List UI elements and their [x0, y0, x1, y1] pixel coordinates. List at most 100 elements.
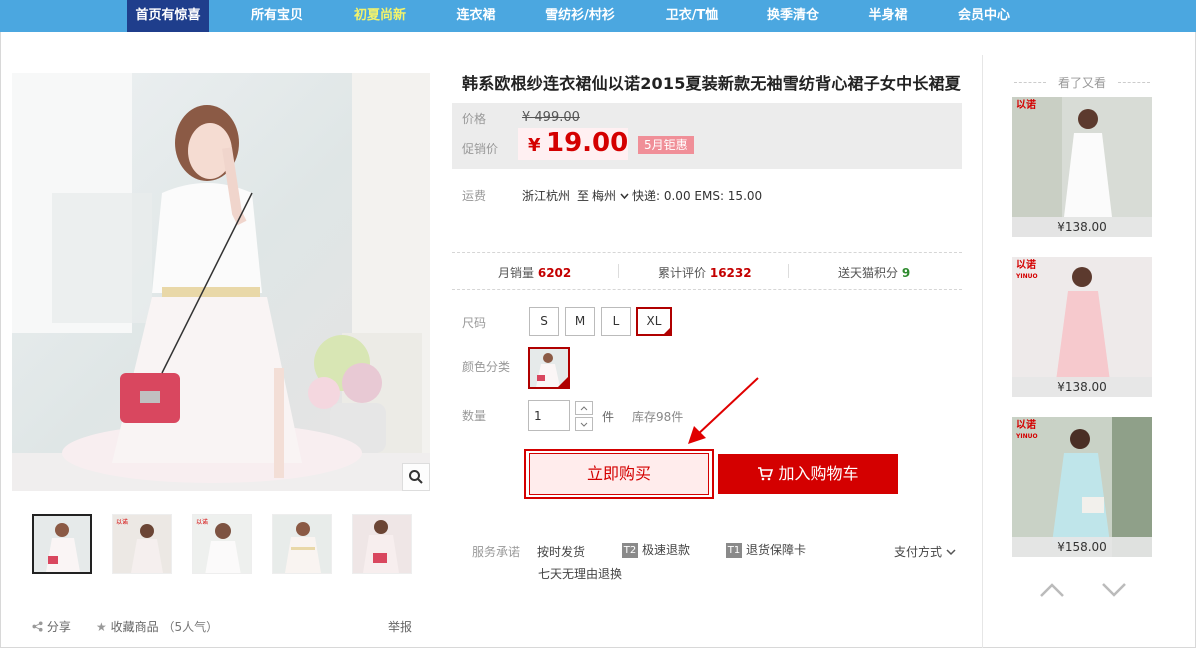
shop-nav: 首页有惊喜 所有宝贝 初夏尚新 连衣裙 雪纺衫/村衫 卫衣/T恤 换季清仓 半身…	[0, 0, 1196, 32]
add-to-cart-button[interactable]: 加入购物车	[718, 454, 898, 494]
payment-methods-label: 支付方式	[894, 545, 943, 559]
recommended-item-1[interactable]: 以诺 ¥138.00	[1012, 97, 1152, 237]
service-return-card[interactable]: T1 退货保障卡	[726, 541, 806, 558]
tmall-points-value: 9	[901, 266, 911, 280]
size-label: 尺码	[462, 316, 487, 330]
nav-item-home[interactable]: 首页有惊喜	[127, 0, 209, 32]
thumbnail-image: 以诺	[193, 515, 251, 573]
share-icon	[32, 621, 43, 632]
original-price: ¥ 499.00	[522, 110, 580, 125]
price-label: 价格	[462, 112, 487, 126]
product-photo	[12, 73, 430, 491]
nav-item-early-summer[interactable]: 初夏尚新	[339, 0, 421, 32]
tmall-points: 送天猫积分 9	[838, 264, 910, 281]
size-option-l[interactable]: L	[601, 307, 631, 336]
t1-badge-icon: T1	[726, 543, 742, 558]
thumbnail-5[interactable]	[352, 514, 412, 574]
quantity-increase-button[interactable]	[575, 401, 593, 415]
size-option-xl[interactable]: XL	[636, 307, 672, 336]
service-return-card-label: 退货保障卡	[746, 543, 807, 557]
t2-badge-icon: T2	[622, 543, 638, 558]
promo-badge: 5月钜惠	[638, 136, 694, 154]
magnifier-icon	[409, 470, 423, 484]
recommended-item-3[interactable]: 以诺 YINUO ¥158.00	[1012, 417, 1152, 557]
service-fast-refund[interactable]: T2 极速退款	[622, 541, 690, 558]
service-label: 服务承诺	[472, 545, 521, 559]
star-icon: ★	[96, 620, 107, 634]
recommended-item-2[interactable]: 以诺 YINUO ¥138.00	[1012, 257, 1152, 397]
quantity-unit: 件	[602, 410, 615, 424]
chevron-up-icon	[580, 405, 588, 410]
quantity-decrease-button[interactable]	[575, 417, 593, 431]
main-product-image[interactable]	[12, 73, 430, 491]
monthly-sales-label: 月销量	[498, 266, 535, 280]
product-title: 韩系欧根纱连衣裙仙以诺2015夏装新款无袖雪纺背心裙子女中长裙夏	[462, 74, 961, 93]
shipping-destination: 梅州	[592, 189, 617, 203]
brand-logo: 以诺	[1016, 101, 1036, 111]
service-fast-refund-label: 极速退款	[642, 543, 691, 557]
nav-item-dresses[interactable]: 连衣裙	[440, 0, 512, 32]
sidebar-divider	[982, 55, 983, 648]
add-to-cart-label: 加入购物车	[778, 464, 859, 483]
review-count-value: 16232	[709, 266, 752, 280]
divider	[452, 289, 962, 290]
color-label: 颜色分类	[462, 360, 511, 374]
recommended-item-price: ¥158.00	[1012, 537, 1152, 557]
svg-text:以诺: 以诺	[196, 518, 208, 526]
stock-count: 库存98件	[632, 410, 684, 424]
brand-logo-text: 以诺	[1016, 420, 1036, 431]
chevron-down-icon	[1102, 583, 1126, 597]
share-label: 分享	[46, 620, 71, 634]
cart-icon	[758, 467, 774, 481]
recommended-item-price: ¥138.00	[1012, 217, 1152, 237]
nav-item-all-products[interactable]: 所有宝贝	[236, 0, 318, 32]
sidebar-title: 看了又看	[1012, 74, 1152, 91]
brand-logo-subtext: YINUO	[1016, 433, 1038, 440]
sidebar-scroll-down-button[interactable]	[1100, 578, 1128, 602]
brand-logo: 以诺 YINUO	[1016, 421, 1038, 442]
buy-now-button[interactable]: 立即购买	[529, 453, 709, 495]
quantity-input[interactable]	[528, 400, 570, 431]
report-link[interactable]: 举报	[388, 618, 412, 635]
thumbnail-image	[34, 516, 90, 572]
monthly-sales-value: 6202	[537, 266, 572, 280]
size-option-s[interactable]: S	[529, 307, 559, 336]
size-option-m[interactable]: M	[565, 307, 595, 336]
annotation-arrow	[688, 377, 759, 444]
nav-item-chiffon-shirts[interactable]: 雪纺衫/村衫	[532, 0, 628, 32]
nav-item-skirts[interactable]: 半身裙	[854, 0, 922, 32]
favorite-popularity: （5人气）	[162, 620, 219, 634]
service-on-time-delivery[interactable]: 按时发货	[537, 543, 585, 560]
thumbnail-2[interactable]: 以诺	[112, 514, 172, 574]
shipping-to-word: 至	[577, 189, 590, 203]
review-count[interactable]: 累计评价 16232	[658, 264, 752, 281]
chevron-up-icon	[1040, 583, 1064, 597]
quantity-label: 数量	[462, 409, 487, 423]
stat-separator	[788, 264, 789, 278]
brand-logo-text: 以诺	[1016, 260, 1036, 271]
service-seven-day-return[interactable]: 七天无理由退换	[538, 565, 622, 582]
thumbnail-1[interactable]	[32, 514, 92, 574]
share-button[interactable]: 分享	[32, 618, 71, 635]
payment-methods-dropdown[interactable]: 支付方式	[894, 543, 956, 560]
sidebar-scroll-up-button[interactable]	[1038, 578, 1066, 602]
nav-item-clearance[interactable]: 换季清仓	[753, 0, 833, 32]
zoom-button[interactable]	[402, 463, 430, 491]
favorite-button[interactable]: ★ 收藏商品 （5人气）	[96, 618, 218, 635]
thumbnail-4[interactable]	[272, 514, 332, 574]
shipping-destination-select[interactable]: 梅州	[592, 187, 629, 204]
nav-item-member-center[interactable]: 会员中心	[944, 0, 1024, 32]
review-count-label: 累计评价	[658, 266, 707, 280]
chevron-down-icon	[620, 193, 629, 200]
recommended-item-image	[1012, 97, 1152, 237]
stat-separator	[618, 264, 619, 278]
color-option[interactable]	[528, 347, 570, 389]
promo-currency: ¥	[528, 135, 541, 156]
promo-price: 19.00	[546, 128, 629, 158]
nav-item-hoodies-tees[interactable]: 卫衣/T恤	[650, 0, 734, 32]
promo-price-label: 促销价	[462, 142, 499, 156]
thumbnail-image	[273, 515, 331, 573]
thumbnail-3[interactable]: 以诺	[192, 514, 252, 574]
svg-text:以诺: 以诺	[116, 518, 128, 526]
brand-logo-subtext: YINUO	[1016, 273, 1038, 280]
